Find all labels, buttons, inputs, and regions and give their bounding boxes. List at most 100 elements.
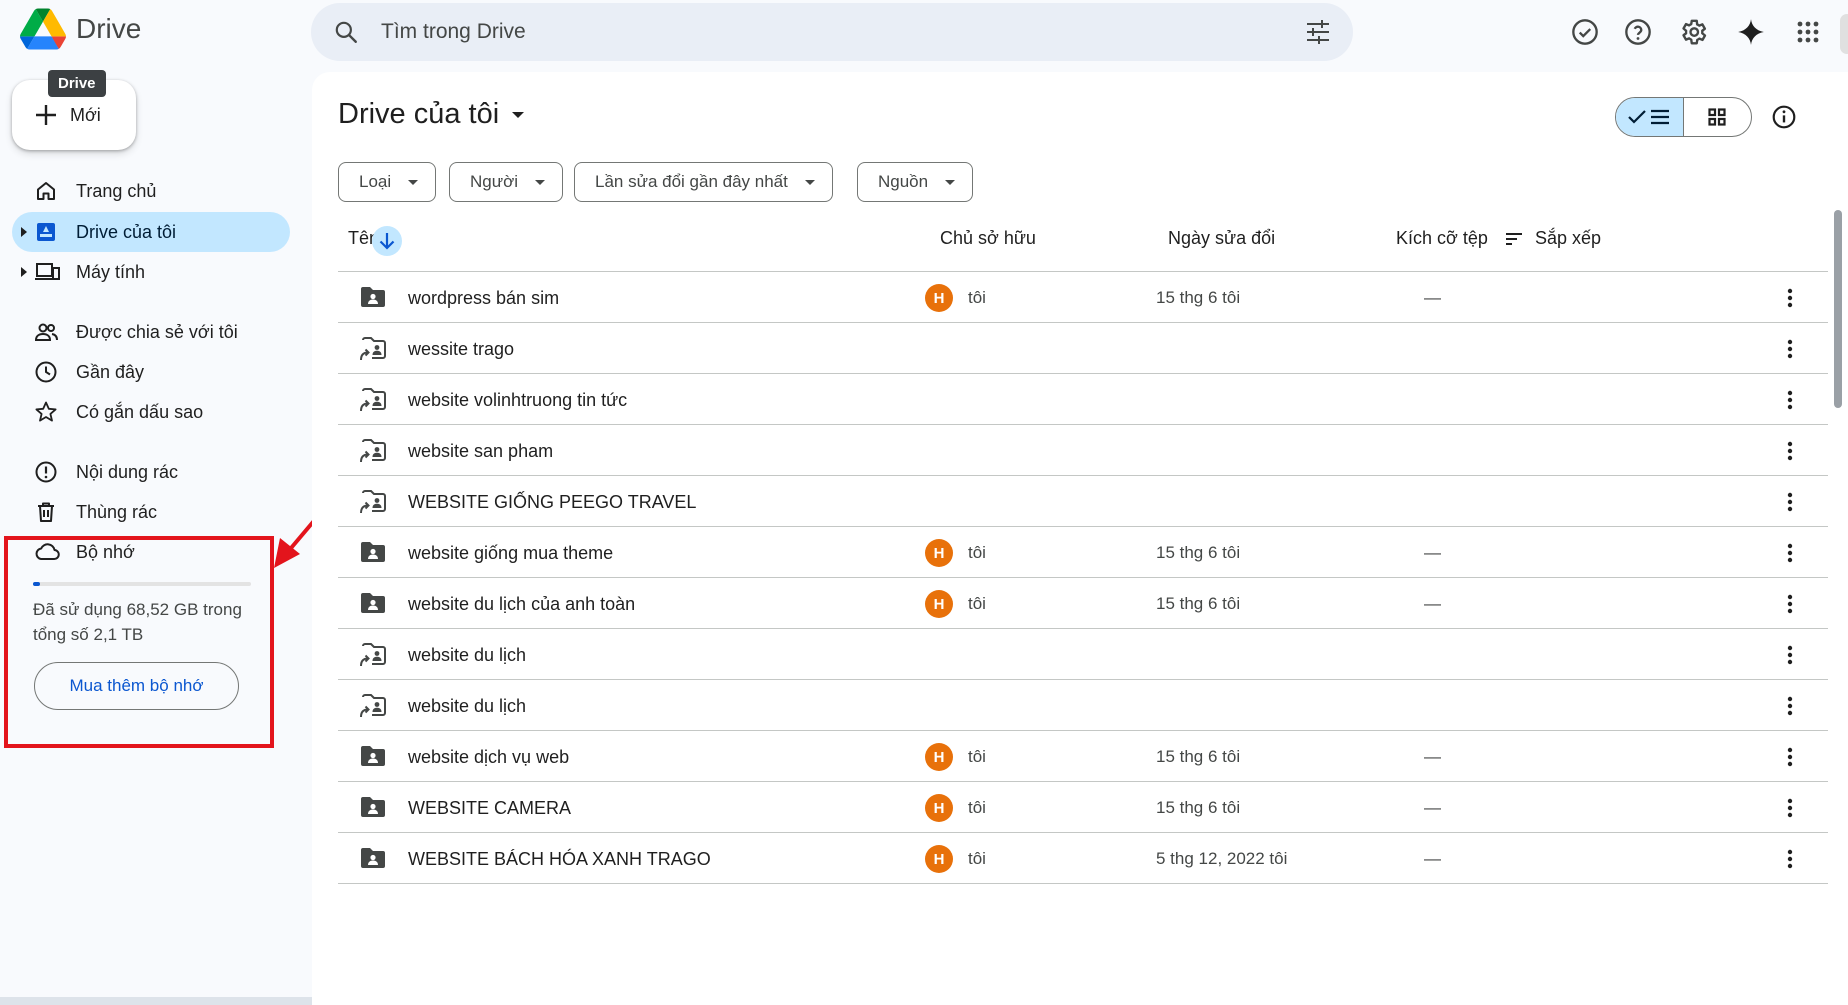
table-row[interactable]: website giống mua theme Htôi 15 thg 6 tôi — (338, 527, 1828, 578)
column-header-size: Kích cỡ tệp (1396, 228, 1488, 248)
filter-source-chip[interactable]: Nguồn (857, 162, 974, 202)
table-row[interactable]: website san pham (338, 425, 1828, 476)
account-avatar-edge[interactable] (1840, 14, 1848, 54)
more-actions-icon[interactable] (1778, 694, 1802, 718)
more-actions-icon[interactable] (1778, 286, 1802, 310)
file-size: — (1424, 798, 1441, 817)
help-icon[interactable] (1620, 14, 1656, 50)
owner-name: tôi (968, 543, 986, 562)
more-actions-icon[interactable] (1778, 643, 1802, 667)
owner-avatar: H (925, 794, 953, 822)
sidebar-item-starred[interactable]: Có gắn dấu sao (12, 392, 290, 432)
sidebar-item-label: Drive của tôi (76, 221, 177, 242)
list-view-icon (1650, 109, 1670, 125)
more-actions-icon[interactable] (1778, 796, 1802, 820)
more-actions-icon[interactable] (1778, 847, 1802, 871)
expand-caret-icon[interactable] (21, 227, 27, 237)
sidebar-item-my-drive[interactable]: Drive của tôi (12, 212, 290, 252)
sidebar-bottom-strip (0, 997, 320, 1005)
filter-people-chip[interactable]: Người (449, 162, 564, 202)
apps-grid-icon[interactable] (1790, 14, 1826, 50)
more-actions-icon[interactable] (1778, 388, 1802, 412)
gemini-spark-icon[interactable] (1733, 14, 1769, 50)
more-actions-icon[interactable] (1778, 490, 1802, 514)
dropdown-arrow-icon (945, 179, 956, 185)
modified-date: 15 thg 6 tôi (1156, 543, 1241, 562)
expand-caret-icon[interactable] (21, 267, 27, 277)
modified-date: 5 thg 12, 2022 tôi (1156, 849, 1288, 868)
table-row[interactable]: website dịch vụ web Htôi 15 thg 6 tôi — (338, 731, 1828, 782)
shared-folder-icon (360, 745, 386, 767)
shared-folder-icon (360, 592, 386, 614)
sidebar-item-recent[interactable]: Gần đây (12, 352, 290, 392)
filter-modified-chip[interactable]: Lần sửa đổi gần đây nhất (574, 162, 833, 202)
search-input[interactable] (381, 17, 1281, 47)
folder-shortcut-icon (360, 439, 386, 463)
drive-logo-text: Drive (76, 13, 142, 44)
more-actions-icon[interactable] (1778, 439, 1802, 463)
more-actions-icon[interactable] (1778, 337, 1802, 361)
search-options-icon[interactable] (1305, 20, 1331, 44)
table-row[interactable]: WEBSITE CAMERA Htôi 15 thg 6 tôi — (338, 782, 1828, 833)
layout-toggle[interactable] (1615, 97, 1752, 137)
owner-avatar: H (925, 539, 953, 567)
shared-folder-icon (360, 286, 386, 308)
table-row[interactable]: website du lịch của anh toàn Htôi 15 thg 6… (338, 578, 1828, 629)
sidebar-item-trash[interactable]: Thùng rác (12, 492, 290, 532)
recent-icon (34, 360, 58, 384)
sidebar-item-label: Nội dung rác (76, 461, 179, 482)
sidebar-item-label: Thùng rác (76, 501, 158, 522)
more-actions-icon[interactable] (1778, 541, 1802, 565)
computers-icon (34, 260, 60, 284)
folder-shortcut-icon (360, 490, 386, 514)
owner-name: tôi (968, 747, 986, 766)
sort-button[interactable]: Sắp xếp (1505, 228, 1601, 249)
offline-ready-icon[interactable] (1567, 14, 1603, 50)
details-info-icon[interactable] (1771, 104, 1797, 130)
main-panel: Drive của tôi Loại Người Lần sửa đổi gần… (312, 72, 1848, 1005)
settings-gear-icon[interactable] (1675, 14, 1711, 50)
search-icon[interactable] (333, 19, 359, 45)
dropdown-arrow-icon (804, 179, 815, 185)
owner-avatar: H (925, 590, 953, 618)
drive-tooltip: Drive (48, 70, 106, 97)
sidebar-item-spam[interactable]: Nội dung rác (12, 452, 290, 492)
table-row[interactable]: website volinhtruong tin tức (338, 374, 1828, 425)
table-row[interactable]: website du lịch (338, 680, 1828, 731)
drive-logo-icon (20, 8, 66, 50)
list-view-button[interactable] (1616, 98, 1684, 136)
home-icon (34, 179, 58, 203)
plus-icon (34, 103, 58, 127)
sidebar-item-home[interactable]: Trang chủ (12, 171, 290, 211)
owner-name: tôi (968, 798, 986, 817)
file-name: website du lịch (408, 645, 527, 665)
table-row[interactable]: wessite trago (338, 323, 1828, 374)
search-bar[interactable] (311, 3, 1353, 61)
drive-logo[interactable]: Drive (20, 8, 141, 50)
table-row[interactable]: website du lịch (338, 629, 1828, 680)
sidebar-item-computers[interactable]: Máy tính (12, 252, 290, 292)
arrow-down-icon (379, 233, 395, 250)
sidebar-item-shared[interactable]: Được chia sẻ với tôi (12, 312, 290, 352)
table-row[interactable]: wordpress bán sim Htôi 15 thg 6 tôi — (338, 272, 1828, 323)
file-name: wordpress bán sim (408, 288, 560, 308)
sidebar-item-label: Gần đây (76, 361, 145, 382)
scrollbar-thumb[interactable] (1834, 210, 1842, 408)
more-actions-icon[interactable] (1778, 745, 1802, 769)
grid-view-button[interactable] (1684, 98, 1752, 136)
owner-name: tôi (968, 849, 986, 868)
table-row[interactable]: WEBSITE GIỐNG PEEGO TRAVEL (338, 476, 1828, 527)
table-row[interactable]: WEBSITE BÁCH HÓA XANH TRAGO Htôi 5 thg 12,… (338, 833, 1828, 884)
more-actions-icon[interactable] (1778, 592, 1802, 616)
modified-date: 15 thg 6 tôi (1156, 747, 1241, 766)
file-size: — (1424, 594, 1441, 613)
folder-shortcut-icon (360, 388, 386, 412)
sort-direction-button[interactable] (372, 226, 402, 256)
filter-type-chip[interactable]: Loại (338, 162, 437, 202)
dropdown-arrow-icon (408, 179, 419, 185)
page-title-button[interactable]: Drive của tôi (338, 98, 525, 131)
sort-label: Sắp xếp (1535, 228, 1602, 248)
file-name: website dịch vụ web (408, 747, 570, 767)
sidebar-item-label: Máy tính (76, 261, 146, 282)
shared-folder-icon (360, 796, 386, 818)
